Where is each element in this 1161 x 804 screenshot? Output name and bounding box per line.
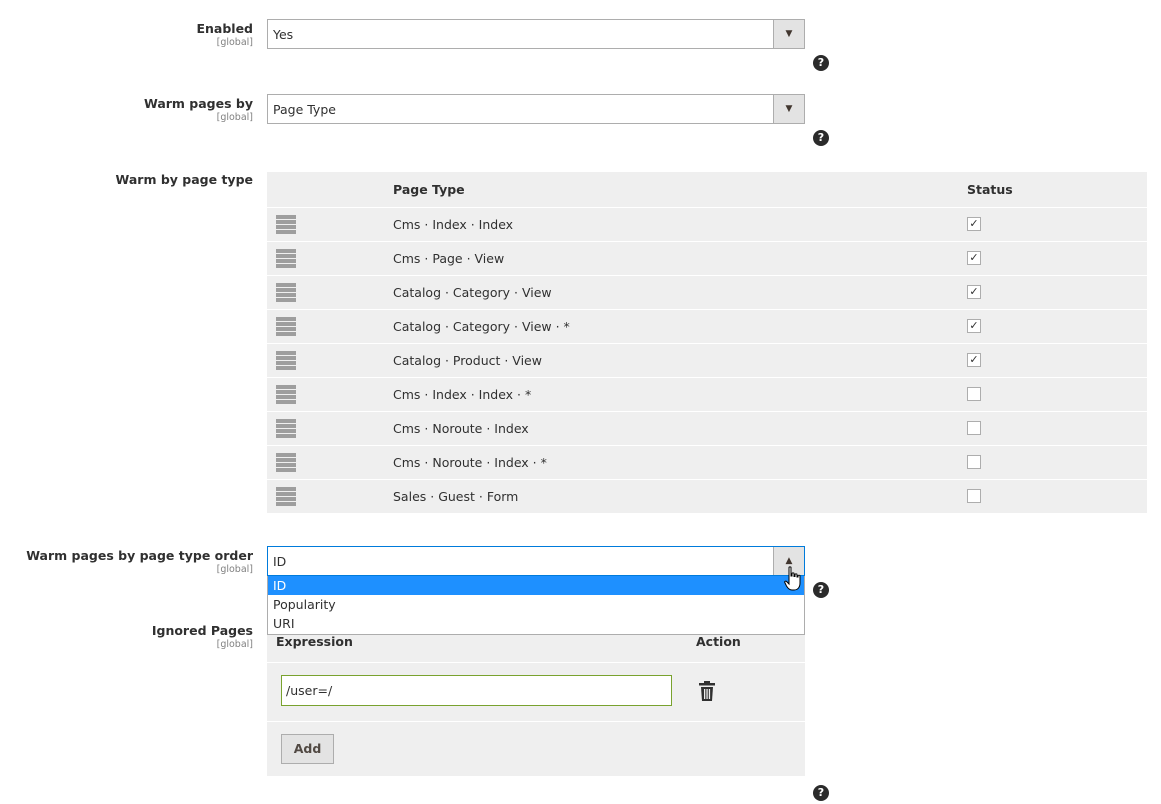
- status-checkbox[interactable]: [967, 455, 981, 469]
- add-button[interactable]: Add: [281, 734, 334, 764]
- drag-handle-icon[interactable]: [276, 487, 296, 506]
- drag-handle-icon[interactable]: [276, 453, 296, 472]
- enabled-label: Enabled: [196, 21, 253, 36]
- drag-handle-icon[interactable]: [276, 419, 296, 438]
- warm-pages-by-select-value: Page Type: [273, 102, 336, 117]
- drag-handle-icon[interactable]: [276, 385, 296, 404]
- dropdown-option[interactable]: ID: [268, 576, 804, 595]
- column-header-status: Status: [967, 182, 1013, 197]
- status-checkbox[interactable]: ✓: [967, 319, 981, 333]
- status-checkbox[interactable]: [967, 387, 981, 401]
- page-type-table-header: Page Type Status: [267, 172, 1147, 208]
- status-checkbox[interactable]: [967, 421, 981, 435]
- ignored-pages-table: Expression Action Add: [267, 630, 805, 776]
- warm-by-page-type-label: Warm by page type: [115, 172, 253, 187]
- page-type-label: Sales · Guest · Form: [393, 489, 519, 504]
- status-checkbox[interactable]: ✓: [967, 353, 981, 367]
- order-dropdown-list: ID Popularity URI: [267, 576, 805, 635]
- dropdown-option[interactable]: Popularity: [268, 595, 804, 614]
- page-type-label: Catalog · Category · View · *: [393, 319, 570, 334]
- hand-cursor-icon: [784, 566, 801, 591]
- drag-handle-icon[interactable]: [276, 249, 296, 268]
- drag-handle-icon[interactable]: [276, 317, 296, 336]
- table-row: Sales · Guest · Form: [267, 480, 1147, 514]
- ignored-pages-scope: [global]: [216, 639, 253, 650]
- page-type-label: Catalog · Product · View: [393, 353, 542, 368]
- status-checkbox[interactable]: [967, 489, 981, 503]
- warm-pages-by-scope: [global]: [216, 112, 253, 123]
- table-row: Cms · Noroute · Index: [267, 412, 1147, 446]
- order-label: Warm pages by page type order: [26, 548, 253, 563]
- expression-input[interactable]: [281, 675, 672, 706]
- table-row: Cms · Noroute · Index · *: [267, 446, 1147, 480]
- status-checkbox[interactable]: ✓: [967, 251, 981, 265]
- status-checkbox[interactable]: ✓: [967, 217, 981, 231]
- table-row: Cms · Index · Index ✓: [267, 208, 1147, 242]
- chevron-down-icon: ▼: [773, 95, 804, 123]
- page-type-label: Catalog · Category · View: [393, 285, 552, 300]
- order-select[interactable]: ID ▲: [267, 546, 805, 576]
- chevron-down-icon: ▼: [773, 20, 804, 48]
- page-type-label: Cms · Noroute · Index: [393, 421, 529, 436]
- enabled-select[interactable]: Yes ▼: [267, 19, 805, 49]
- drag-handle-icon[interactable]: [276, 283, 296, 302]
- drag-handle-icon[interactable]: [276, 351, 296, 370]
- ignored-pages-label: Ignored Pages: [151, 623, 253, 638]
- page-type-label: Cms · Page · View: [393, 251, 505, 266]
- warm-pages-by-label: Warm pages by: [143, 96, 253, 111]
- dropdown-option[interactable]: URI: [268, 614, 804, 633]
- page-type-table: Page Type Status Cms · Index · Index ✓ Cms…: [267, 172, 1147, 514]
- enabled-select-value: Yes: [273, 27, 294, 42]
- trash-icon[interactable]: [699, 681, 715, 701]
- table-row: Catalog · Category · View ✓: [267, 276, 1147, 310]
- column-header-page-type: Page Type: [393, 182, 465, 197]
- status-checkbox[interactable]: ✓: [967, 285, 981, 299]
- table-row: Cms · Index · Index · *: [267, 378, 1147, 412]
- help-icon[interactable]: ?: [813, 582, 829, 598]
- page-type-label: Cms · Index · Index: [393, 217, 514, 232]
- table-row: Cms · Page · View ✓: [267, 242, 1147, 276]
- enabled-scope: [global]: [216, 37, 253, 48]
- order-scope: [global]: [216, 564, 253, 575]
- column-header-expression: Expression: [276, 634, 353, 649]
- page-type-label: Cms · Noroute · Index · *: [393, 455, 547, 470]
- page-type-label: Cms · Index · Index · *: [393, 387, 532, 402]
- help-icon[interactable]: ?: [813, 785, 829, 801]
- table-row: Catalog · Category · View · * ✓: [267, 310, 1147, 344]
- column-header-action: Action: [696, 634, 741, 649]
- table-row: Catalog · Product · View ✓: [267, 344, 1147, 378]
- table-row: [267, 663, 805, 722]
- help-icon[interactable]: ?: [813, 130, 829, 146]
- warm-pages-by-select[interactable]: Page Type ▼: [267, 94, 805, 124]
- help-icon[interactable]: ?: [813, 55, 829, 71]
- drag-handle-icon[interactable]: [276, 215, 296, 234]
- order-select-value: ID: [273, 554, 287, 569]
